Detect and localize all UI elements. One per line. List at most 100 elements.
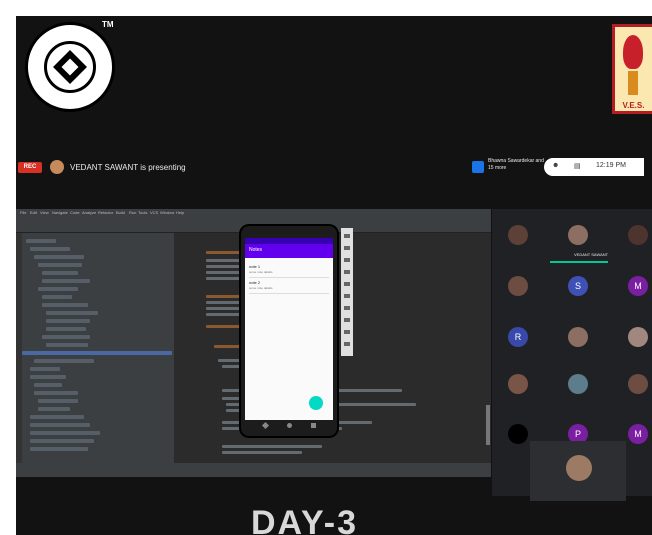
tree-row-selected[interactable]: [22, 351, 172, 355]
code-line: [206, 271, 240, 274]
menu-edit[interactable]: Edit: [30, 210, 37, 215]
menu-analyze[interactable]: Analyze: [82, 210, 96, 215]
note-item[interactable]: note 2 some note details: [249, 280, 329, 294]
code-line: [206, 251, 246, 254]
note-item[interactable]: note 1 some note details: [249, 264, 329, 278]
project-tree[interactable]: [22, 233, 174, 463]
participant-tile[interactable]: [618, 364, 652, 404]
tree-row[interactable]: [38, 263, 82, 267]
participant-tile[interactable]: [618, 215, 652, 255]
tree-row[interactable]: [38, 287, 78, 291]
meeting-info-pill[interactable]: ☻ ▤ 12:19 PM: [544, 158, 644, 176]
code-line: [206, 259, 242, 262]
menu-help[interactable]: Help: [176, 210, 184, 215]
tree-row[interactable]: [42, 303, 88, 307]
tree-row[interactable]: [46, 343, 88, 347]
tree-row[interactable]: [46, 311, 98, 315]
menu-navigate[interactable]: Navigate: [52, 210, 68, 215]
menu-refactor[interactable]: Refactor: [98, 210, 113, 215]
back-icon[interactable]: [261, 421, 270, 430]
presenter-avatar: [50, 160, 64, 174]
ves-torch-icon: [628, 71, 638, 95]
csi-logo: [25, 22, 115, 112]
tree-row[interactable]: [30, 423, 90, 427]
tree-row[interactable]: [34, 359, 94, 363]
tree-row[interactable]: [30, 431, 100, 435]
tree-row[interactable]: [42, 279, 90, 283]
menu-code[interactable]: Code: [70, 210, 80, 215]
home-nav-icon[interactable]: [344, 330, 350, 334]
tree-row[interactable]: [30, 375, 66, 379]
camera-icon[interactable]: [344, 294, 350, 298]
participant-avatar: [628, 374, 648, 394]
zoom-icon[interactable]: [344, 306, 350, 310]
ves-flame-icon: [623, 35, 643, 69]
participant-avatar: R: [508, 327, 528, 347]
tree-row[interactable]: [30, 415, 84, 419]
menu-build[interactable]: Build: [116, 210, 125, 215]
self-view-tile[interactable]: [530, 441, 626, 501]
ide-statusbar: [16, 463, 491, 477]
participant-tile[interactable]: S: [558, 266, 598, 306]
tree-row[interactable]: [30, 447, 88, 451]
emulator-app-bar: Notes: [245, 244, 333, 258]
power-icon[interactable]: [344, 234, 350, 238]
volume-up-icon[interactable]: [344, 246, 350, 250]
tree-row[interactable]: [34, 255, 84, 259]
tree-row[interactable]: [42, 295, 72, 299]
back-nav-icon[interactable]: [344, 318, 350, 322]
menu-vcs[interactable]: VCS: [150, 210, 158, 215]
participant-avatar: M: [628, 424, 648, 444]
menu-view[interactable]: View: [40, 210, 49, 215]
speaking-indicator: [550, 261, 608, 263]
emulator-app-title: Notes: [249, 247, 263, 253]
participant-tile[interactable]: R: [498, 317, 538, 357]
tree-row[interactable]: [30, 247, 70, 251]
tree-row[interactable]: [30, 439, 94, 443]
overview-icon[interactable]: [344, 342, 350, 346]
participant-tile[interactable]: [558, 215, 598, 255]
tree-row[interactable]: [46, 319, 90, 323]
editor-scrollbar[interactable]: [486, 405, 490, 445]
tree-row[interactable]: [42, 335, 90, 339]
android-emulator[interactable]: Notes note 1 some note details note 2 so…: [241, 226, 337, 436]
code-line: [222, 445, 322, 448]
menu-tools[interactable]: Tools: [138, 210, 147, 215]
rotate-icon[interactable]: [344, 270, 350, 274]
tree-row[interactable]: [46, 327, 86, 331]
participant-avatar: S: [568, 276, 588, 296]
participant-tile[interactable]: [498, 215, 538, 255]
tree-row[interactable]: [34, 383, 62, 387]
presenting-status: VEDANT SAWANT is presenting: [70, 163, 186, 172]
chat-icon[interactable]: ▤: [574, 162, 581, 170]
participant-tile[interactable]: [558, 317, 598, 357]
add-note-fab[interactable]: [309, 396, 323, 410]
code-line: [206, 277, 242, 280]
code-line: [206, 295, 246, 298]
participant-tile[interactable]: [498, 266, 538, 306]
tree-row[interactable]: [34, 391, 78, 395]
tree-row[interactable]: [38, 407, 70, 411]
people-icon[interactable]: ☻: [552, 162, 559, 169]
emulator-nav-bar: [245, 420, 333, 432]
rotate-right-icon[interactable]: [344, 282, 350, 286]
participant-tile[interactable]: M: [618, 266, 652, 306]
menu-file[interactable]: File: [20, 210, 26, 215]
speaking-participant-name: VEDANT SAWANT: [574, 252, 609, 257]
participant-tile[interactable]: [618, 317, 652, 357]
emulator-screen[interactable]: Notes note 1 some note details note 2 so…: [245, 238, 333, 420]
volume-down-icon[interactable]: [344, 258, 350, 262]
participant-avatar: [508, 374, 528, 394]
menu-run[interactable]: Run: [129, 210, 136, 215]
recents-icon[interactable]: [311, 423, 316, 428]
tree-row[interactable]: [30, 367, 60, 371]
home-icon[interactable]: [287, 423, 292, 428]
participant-tile[interactable]: [558, 364, 598, 404]
menu-window[interactable]: Window: [160, 210, 174, 215]
note-divider: [249, 293, 329, 294]
tree-row[interactable]: [26, 239, 56, 243]
participant-tile[interactable]: [498, 364, 538, 404]
participants-joined-icon: [472, 161, 484, 173]
tree-row[interactable]: [42, 271, 78, 275]
tree-row[interactable]: [38, 399, 78, 403]
